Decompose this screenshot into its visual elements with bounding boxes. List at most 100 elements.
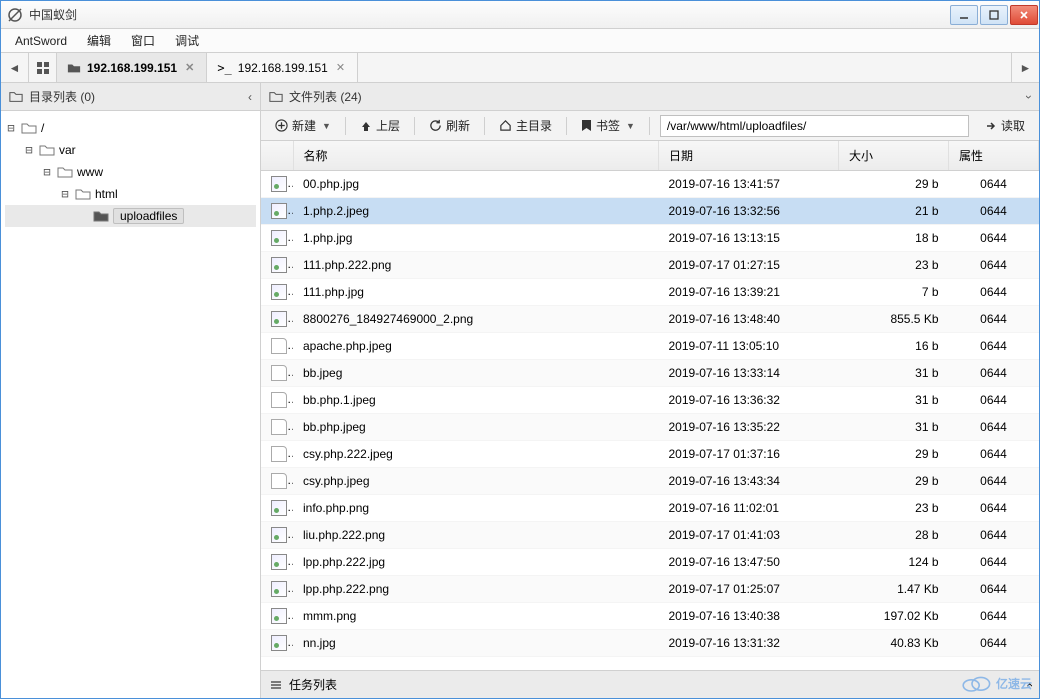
directory-tree[interactable]: ⊟/⊟var⊟www⊟htmluploadfiles	[1, 111, 260, 698]
col-date-header[interactable]: 日期	[659, 141, 839, 171]
file-perm: 0644	[949, 171, 1039, 198]
tree-node-html[interactable]: ⊟html	[5, 183, 256, 205]
file-row[interactable]: nn.jpg2019-07-16 13:31:3240.83 Kb0644	[261, 630, 1039, 657]
tree-label: /	[41, 121, 44, 135]
tree-node-/[interactable]: ⊟/	[5, 117, 256, 139]
file-row[interactable]: liu.php.222.png2019-07-17 01:41:0328 b06…	[261, 522, 1039, 549]
file-panel-title: 文件列表 (24)	[289, 88, 362, 105]
refresh-button[interactable]: 刷新	[421, 114, 478, 137]
file-row[interactable]: lpp.php.222.png2019-07-17 01:25:071.47 K…	[261, 576, 1039, 603]
folder-icon	[269, 90, 283, 104]
tree-node-var[interactable]: ⊟var	[5, 139, 256, 161]
file-size: 124 b	[839, 549, 949, 576]
bookmark-button[interactable]: 书签 ▼	[573, 114, 643, 137]
file-row[interactable]: csy.php.222.jpeg2019-07-17 01:37:1629 b0…	[261, 441, 1039, 468]
tab-next-button[interactable]: ►	[1011, 53, 1039, 82]
file-name: liu.php.222.png	[293, 522, 659, 549]
tab-close-icon[interactable]: ✕	[183, 61, 196, 74]
home-button[interactable]: 主目录	[491, 114, 560, 137]
bookmark-icon	[581, 119, 592, 132]
menu-antsword[interactable]: AntSword	[7, 31, 75, 51]
file-row[interactable]: lpp.php.222.jpg2019-07-16 13:47:50124 b0…	[261, 549, 1039, 576]
folder-closed-icon	[93, 208, 109, 224]
collapse-right-icon[interactable]: ›	[1022, 95, 1036, 99]
main-split: 目录列表 (0) ‹ ⊟/⊟var⊟www⊟htmluploadfiles 文件…	[1, 83, 1039, 698]
file-row[interactable]: bb.jpeg2019-07-16 13:33:1431 b0644	[261, 360, 1039, 387]
tree-node-uploadfiles[interactable]: uploadfiles	[5, 205, 256, 227]
expand-icon[interactable]: ⊟	[23, 143, 35, 157]
file-name: bb.php.1.jpeg	[293, 387, 659, 414]
file-row[interactable]: info.php.png2019-07-16 11:02:0123 b0644	[261, 495, 1039, 522]
file-size: 29 b	[839, 441, 949, 468]
tab-grid-button[interactable]	[29, 53, 57, 82]
terminal-icon: >_	[217, 61, 231, 75]
file-img-icon	[271, 176, 287, 192]
new-button[interactable]: 新建 ▼	[267, 114, 339, 137]
file-row[interactable]: csy.php.jpeg2019-07-16 13:43:3429 b0644	[261, 468, 1039, 495]
file-doc-icon	[271, 365, 287, 381]
menu-窗口[interactable]: 窗口	[123, 29, 163, 52]
file-name: csy.php.222.jpeg	[293, 441, 659, 468]
read-button[interactable]: 读取	[977, 114, 1033, 137]
tree-node-www[interactable]: ⊟www	[5, 161, 256, 183]
expand-task-icon[interactable]: ›	[1022, 683, 1036, 687]
file-row[interactable]: 1.php.2.jpeg2019-07-16 13:32:5621 b0644	[261, 198, 1039, 225]
file-table-wrap[interactable]: 名称 日期 大小 属性 00.php.jpg2019-07-16 13:41:5…	[261, 141, 1039, 670]
file-perm: 0644	[949, 198, 1039, 225]
file-perm: 0644	[949, 252, 1039, 279]
file-row[interactable]: 8800276_184927469000_2.png2019-07-16 13:…	[261, 306, 1039, 333]
close-button[interactable]	[1010, 5, 1038, 25]
table-header-row: 名称 日期 大小 属性	[261, 141, 1039, 171]
tab-1[interactable]: >_192.168.199.151✕	[207, 53, 358, 82]
file-perm: 0644	[949, 522, 1039, 549]
menu-编辑[interactable]: 编辑	[79, 29, 119, 52]
maximize-button[interactable]	[980, 5, 1008, 25]
file-name: 8800276_184927469000_2.png	[293, 306, 659, 333]
file-row[interactable]: 1.php.jpg2019-07-16 13:13:1518 b0644	[261, 225, 1039, 252]
expand-icon[interactable]: ⊟	[5, 121, 17, 135]
file-size: 29 b	[839, 171, 949, 198]
file-row[interactable]: 00.php.jpg2019-07-16 13:41:5729 b0644	[261, 171, 1039, 198]
menubar: AntSword编辑窗口调试	[1, 29, 1039, 53]
tab-0[interactable]: 192.168.199.151✕	[57, 53, 207, 82]
file-date: 2019-07-11 13:05:10	[659, 333, 839, 360]
col-icon-header[interactable]	[261, 141, 293, 171]
tab-prev-button[interactable]: ◄	[1, 53, 29, 82]
minimize-button[interactable]	[950, 5, 978, 25]
file-img-icon	[271, 230, 287, 246]
menu-调试[interactable]: 调试	[167, 29, 207, 52]
file-row[interactable]: bb.php.1.jpeg2019-07-16 13:36:3231 b0644	[261, 387, 1039, 414]
folder-open-icon	[39, 142, 55, 158]
file-img-icon	[271, 527, 287, 543]
file-size: 29 b	[839, 468, 949, 495]
refresh-icon	[429, 119, 442, 132]
task-panel-header[interactable]: 任务列表 ›	[261, 670, 1039, 698]
col-size-header[interactable]: 大小	[839, 141, 949, 171]
file-perm: 0644	[949, 441, 1039, 468]
expand-icon[interactable]: ⊟	[59, 187, 71, 201]
file-date: 2019-07-16 13:32:56	[659, 198, 839, 225]
path-input[interactable]	[660, 115, 969, 137]
col-name-header[interactable]: 名称	[293, 141, 659, 171]
file-doc-icon	[271, 473, 287, 489]
expand-icon[interactable]: ⊟	[41, 165, 53, 179]
file-img-icon	[271, 635, 287, 651]
file-row[interactable]: apache.php.jpeg2019-07-11 13:05:1016 b06…	[261, 333, 1039, 360]
tab-close-icon[interactable]: ✕	[334, 61, 347, 74]
file-perm: 0644	[949, 279, 1039, 306]
up-label: 上层	[376, 117, 400, 134]
up-button[interactable]: 上层	[352, 114, 408, 137]
file-doc-icon	[271, 419, 287, 435]
collapse-left-icon[interactable]: ‹	[248, 90, 252, 104]
file-perm: 0644	[949, 414, 1039, 441]
col-perm-header[interactable]: 属性	[949, 141, 1039, 171]
file-row[interactable]: mmm.png2019-07-16 13:40:38197.02 Kb0644	[261, 603, 1039, 630]
folder-open-icon	[21, 120, 37, 136]
file-perm: 0644	[949, 360, 1039, 387]
list-icon	[269, 678, 283, 692]
file-row[interactable]: 111.php.222.png2019-07-17 01:27:1523 b06…	[261, 252, 1039, 279]
file-perm: 0644	[949, 225, 1039, 252]
file-row[interactable]: 111.php.jpg2019-07-16 13:39:217 b0644	[261, 279, 1039, 306]
file-perm: 0644	[949, 630, 1039, 657]
file-row[interactable]: bb.php.jpeg2019-07-16 13:35:2231 b0644	[261, 414, 1039, 441]
